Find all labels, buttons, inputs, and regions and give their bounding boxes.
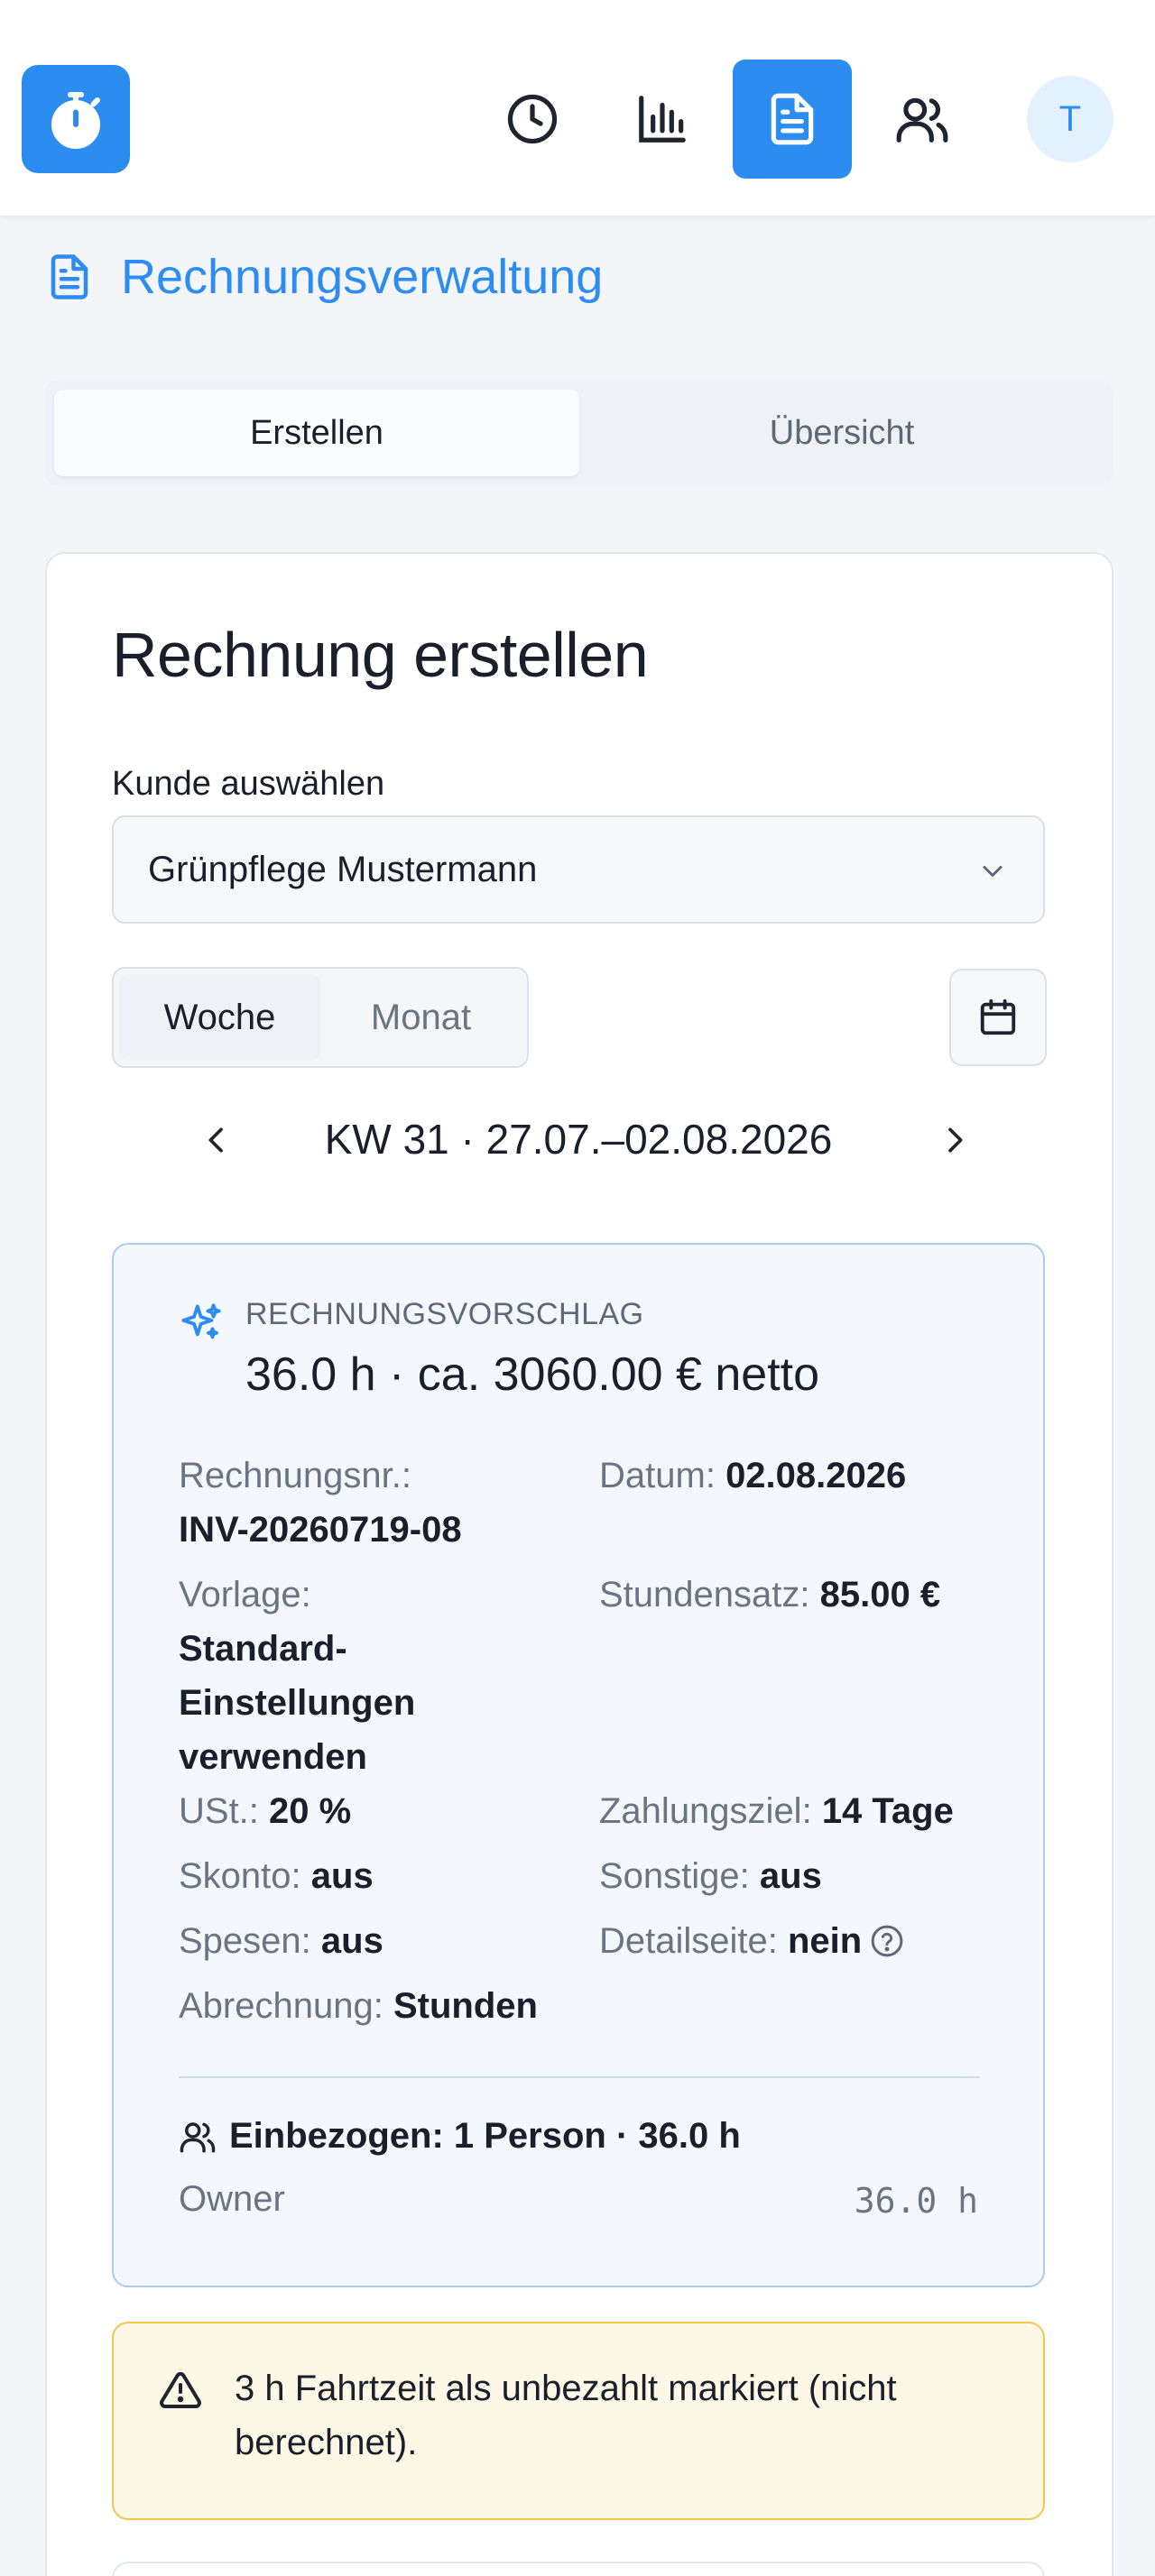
date-field: Datum: 02.08.2026 [599,1449,906,1503]
tab-overview[interactable]: Übersicht [579,390,1104,476]
date-picker-button[interactable] [949,969,1047,1066]
customer-select-value: Grünpflege Mustermann [148,849,538,889]
period-week-option[interactable]: Woche [119,974,320,1061]
included-summary: Einbezogen: 1 Person · 36.0 h [179,2116,741,2157]
invoice-number-label: Rechnungsnr.: [179,1456,411,1495]
payment-terms-label: Zahlungsziel: [599,1791,812,1831]
warning-text: 3 h Fahrtzeit als unbezahlt markiert (ni… [235,2369,897,2462]
suggestion-summary: 36.0 h · ca. 3060.00 € netto [245,1348,820,1401]
expenses-value: aus [320,1921,383,1961]
invoice-suggestion-panel: RECHNUNGSVORSCHLAG 36.0 h · ca. 3060.00 … [112,1243,1045,2287]
calendar-icon [977,997,1019,1038]
hourly-rate-field: Stundensatz: 85.00 € [599,1568,940,1622]
vat-label: USt.: [179,1791,259,1831]
period-toggle: Woche Monat [112,967,529,1068]
payment-terms-value: 14 Tage [821,1791,954,1831]
payment-terms-field: Zahlungsziel: 14 Tage [599,1784,954,1838]
suggestion-kicker: RECHNUNGSVORSCHLAG [245,1297,644,1331]
template-field: Vorlage: Standard- Einstellungen verwend… [179,1568,415,1784]
detail-page-field: Detailseite: nein [599,1914,905,1968]
warning-triangle-icon [159,2369,202,2412]
date-value: 02.08.2026 [725,1456,907,1495]
other-field: Sonstige: aus [599,1849,822,1903]
other-label: Sonstige: [599,1856,750,1896]
user-avatar[interactable]: T [1027,76,1113,162]
period-month-option[interactable]: Monat [320,974,522,1061]
discount-value: aus [310,1856,374,1896]
week-label: KW 31 · 27.07.–02.08.2026 [324,1116,833,1163]
document-icon [764,91,820,147]
week-navigator: KW 31 · 27.07.–02.08.2026 [112,1106,1045,1178]
customer-select[interactable]: Grünpflege Mustermann [112,815,1045,924]
template-label: Vorlage: [179,1575,311,1615]
page-title: Rechnungsverwaltung [121,250,604,304]
vat-field: USt.: 20 % [179,1784,351,1838]
top-navigation-bar: T [0,0,1155,216]
avatar-initial: T [1058,98,1082,139]
other-value: aus [759,1856,822,1896]
help-circle-icon[interactable] [869,1923,905,1959]
bar-chart-icon [634,91,690,147]
template-value-line3: verwenden [179,1737,367,1777]
hourly-rate-label: Stundensatz: [599,1575,810,1615]
nav-time-tracking-button[interactable] [473,60,592,179]
customer-label: Kunde auswählen [112,765,385,803]
vat-value: 20 % [269,1791,352,1831]
invoice-number-field: Rechnungsnr.: INV-20260719-08 [179,1449,462,1557]
billing-label: Abrechnung: [179,1986,383,2026]
detail-page-value: nein [788,1921,863,1961]
included-text: Einbezogen: 1 Person · 36.0 h [229,2116,741,2156]
discount-label: Skonto: [179,1856,301,1896]
app-logo[interactable] [22,65,130,173]
invoice-number-value: INV-20260719-08 [179,1510,462,1550]
page-title-row: Rechnungsverwaltung [45,245,603,308]
users-icon [179,2118,217,2156]
sparkles-icon [179,1301,224,1346]
person-name: Owner [179,2179,285,2219]
chevron-down-icon [976,855,1009,888]
person-hours: 36.0 h [854,2181,978,2221]
discount-field: Skonto: aus [179,1849,374,1903]
template-value-line1: Standard- [179,1629,347,1669]
billing-field: Abrechnung: Stunden [179,1979,538,2033]
chevron-right-icon[interactable] [937,1122,973,1158]
detail-page-label: Detailseite: [599,1921,778,1961]
stopwatch-icon [43,87,108,152]
nav-reports-button[interactable] [603,60,722,179]
create-invoice-card: Rechnung erstellen Kunde auswählen Grünp… [45,552,1113,2576]
card-title: Rechnung erstellen [112,620,649,690]
travel-time-warning: 3 h Fahrtzeit als unbezahlt markiert (ni… [112,2322,1045,2520]
template-value-line2: Einstellungen [179,1683,416,1723]
billing-value: Stunden [393,1986,538,2026]
next-section-box [112,2562,1045,2576]
expenses-field: Spesen: aus [179,1914,383,1968]
suggestion-divider [179,2076,980,2078]
nav-team-button[interactable] [863,60,982,179]
document-icon [45,250,94,304]
clock-icon [504,91,560,147]
users-icon [894,91,950,147]
date-label: Datum: [599,1456,716,1495]
nav-invoices-button[interactable] [733,60,852,179]
invoice-tabs: Erstellen Übersicht [45,381,1113,485]
tab-create[interactable]: Erstellen [54,390,579,476]
expenses-label: Spesen: [179,1921,311,1961]
hourly-rate-value: 85.00 € [819,1575,941,1615]
